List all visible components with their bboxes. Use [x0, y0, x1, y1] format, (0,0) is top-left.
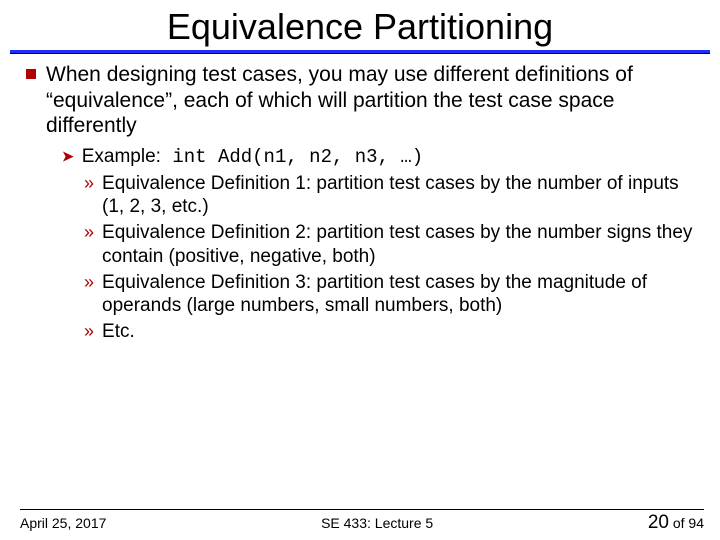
subsub-item: » Equivalence Definition 2: partition te… — [84, 221, 694, 269]
subsub-item: » Etc. — [84, 320, 694, 344]
slide-body: When designing test cases, you may use d… — [0, 54, 720, 540]
page-current: 20 — [648, 512, 669, 533]
subsub-item: » Equivalence Definition 1: partition te… — [84, 172, 694, 220]
footer-date: April 25, 2017 — [20, 515, 106, 531]
example-label: Example: — [82, 146, 161, 167]
def-text: Equivalence Definition 3: partition test… — [102, 271, 694, 319]
bullet-item: When designing test cases, you may use d… — [26, 62, 694, 139]
slide-title: Equivalence Partitioning — [0, 0, 720, 50]
example-code: int Add(n1, n2, n3, …) — [161, 146, 423, 168]
raquo-bullet-icon: » — [84, 321, 94, 342]
raquo-bullet-icon: » — [84, 222, 94, 243]
footer-divider — [20, 509, 704, 510]
example-line: Example: int Add(n1, n2, n3, …) — [82, 145, 423, 170]
sub-item: ➤ Example: int Add(n1, n2, n3, …) — [62, 145, 694, 170]
arrow-bullet-icon: ➤ — [62, 148, 74, 165]
page-of: of 94 — [669, 515, 704, 531]
subsub-list: » Equivalence Definition 1: partition te… — [84, 172, 694, 344]
sub-list: ➤ Example: int Add(n1, n2, n3, …) » Equi… — [62, 145, 694, 344]
def-text: Equivalence Definition 1: partition test… — [102, 172, 694, 220]
footer-course: SE 433: Lecture 5 — [106, 515, 647, 531]
bullet-text: When designing test cases, you may use d… — [46, 62, 694, 139]
slide: Equivalence Partitioning When designing … — [0, 0, 720, 540]
def-text: Equivalence Definition 2: partition test… — [102, 221, 694, 269]
footer-row: April 25, 2017 SE 433: Lecture 5 20 of 9… — [20, 512, 704, 534]
raquo-bullet-icon: » — [84, 173, 94, 194]
slide-footer: April 25, 2017 SE 433: Lecture 5 20 of 9… — [0, 509, 720, 534]
square-bullet-icon — [26, 69, 36, 79]
subsub-item: » Equivalence Definition 3: partition te… — [84, 271, 694, 319]
def-text: Etc. — [102, 320, 135, 344]
raquo-bullet-icon: » — [84, 272, 94, 293]
footer-page: 20 of 94 — [648, 512, 704, 534]
